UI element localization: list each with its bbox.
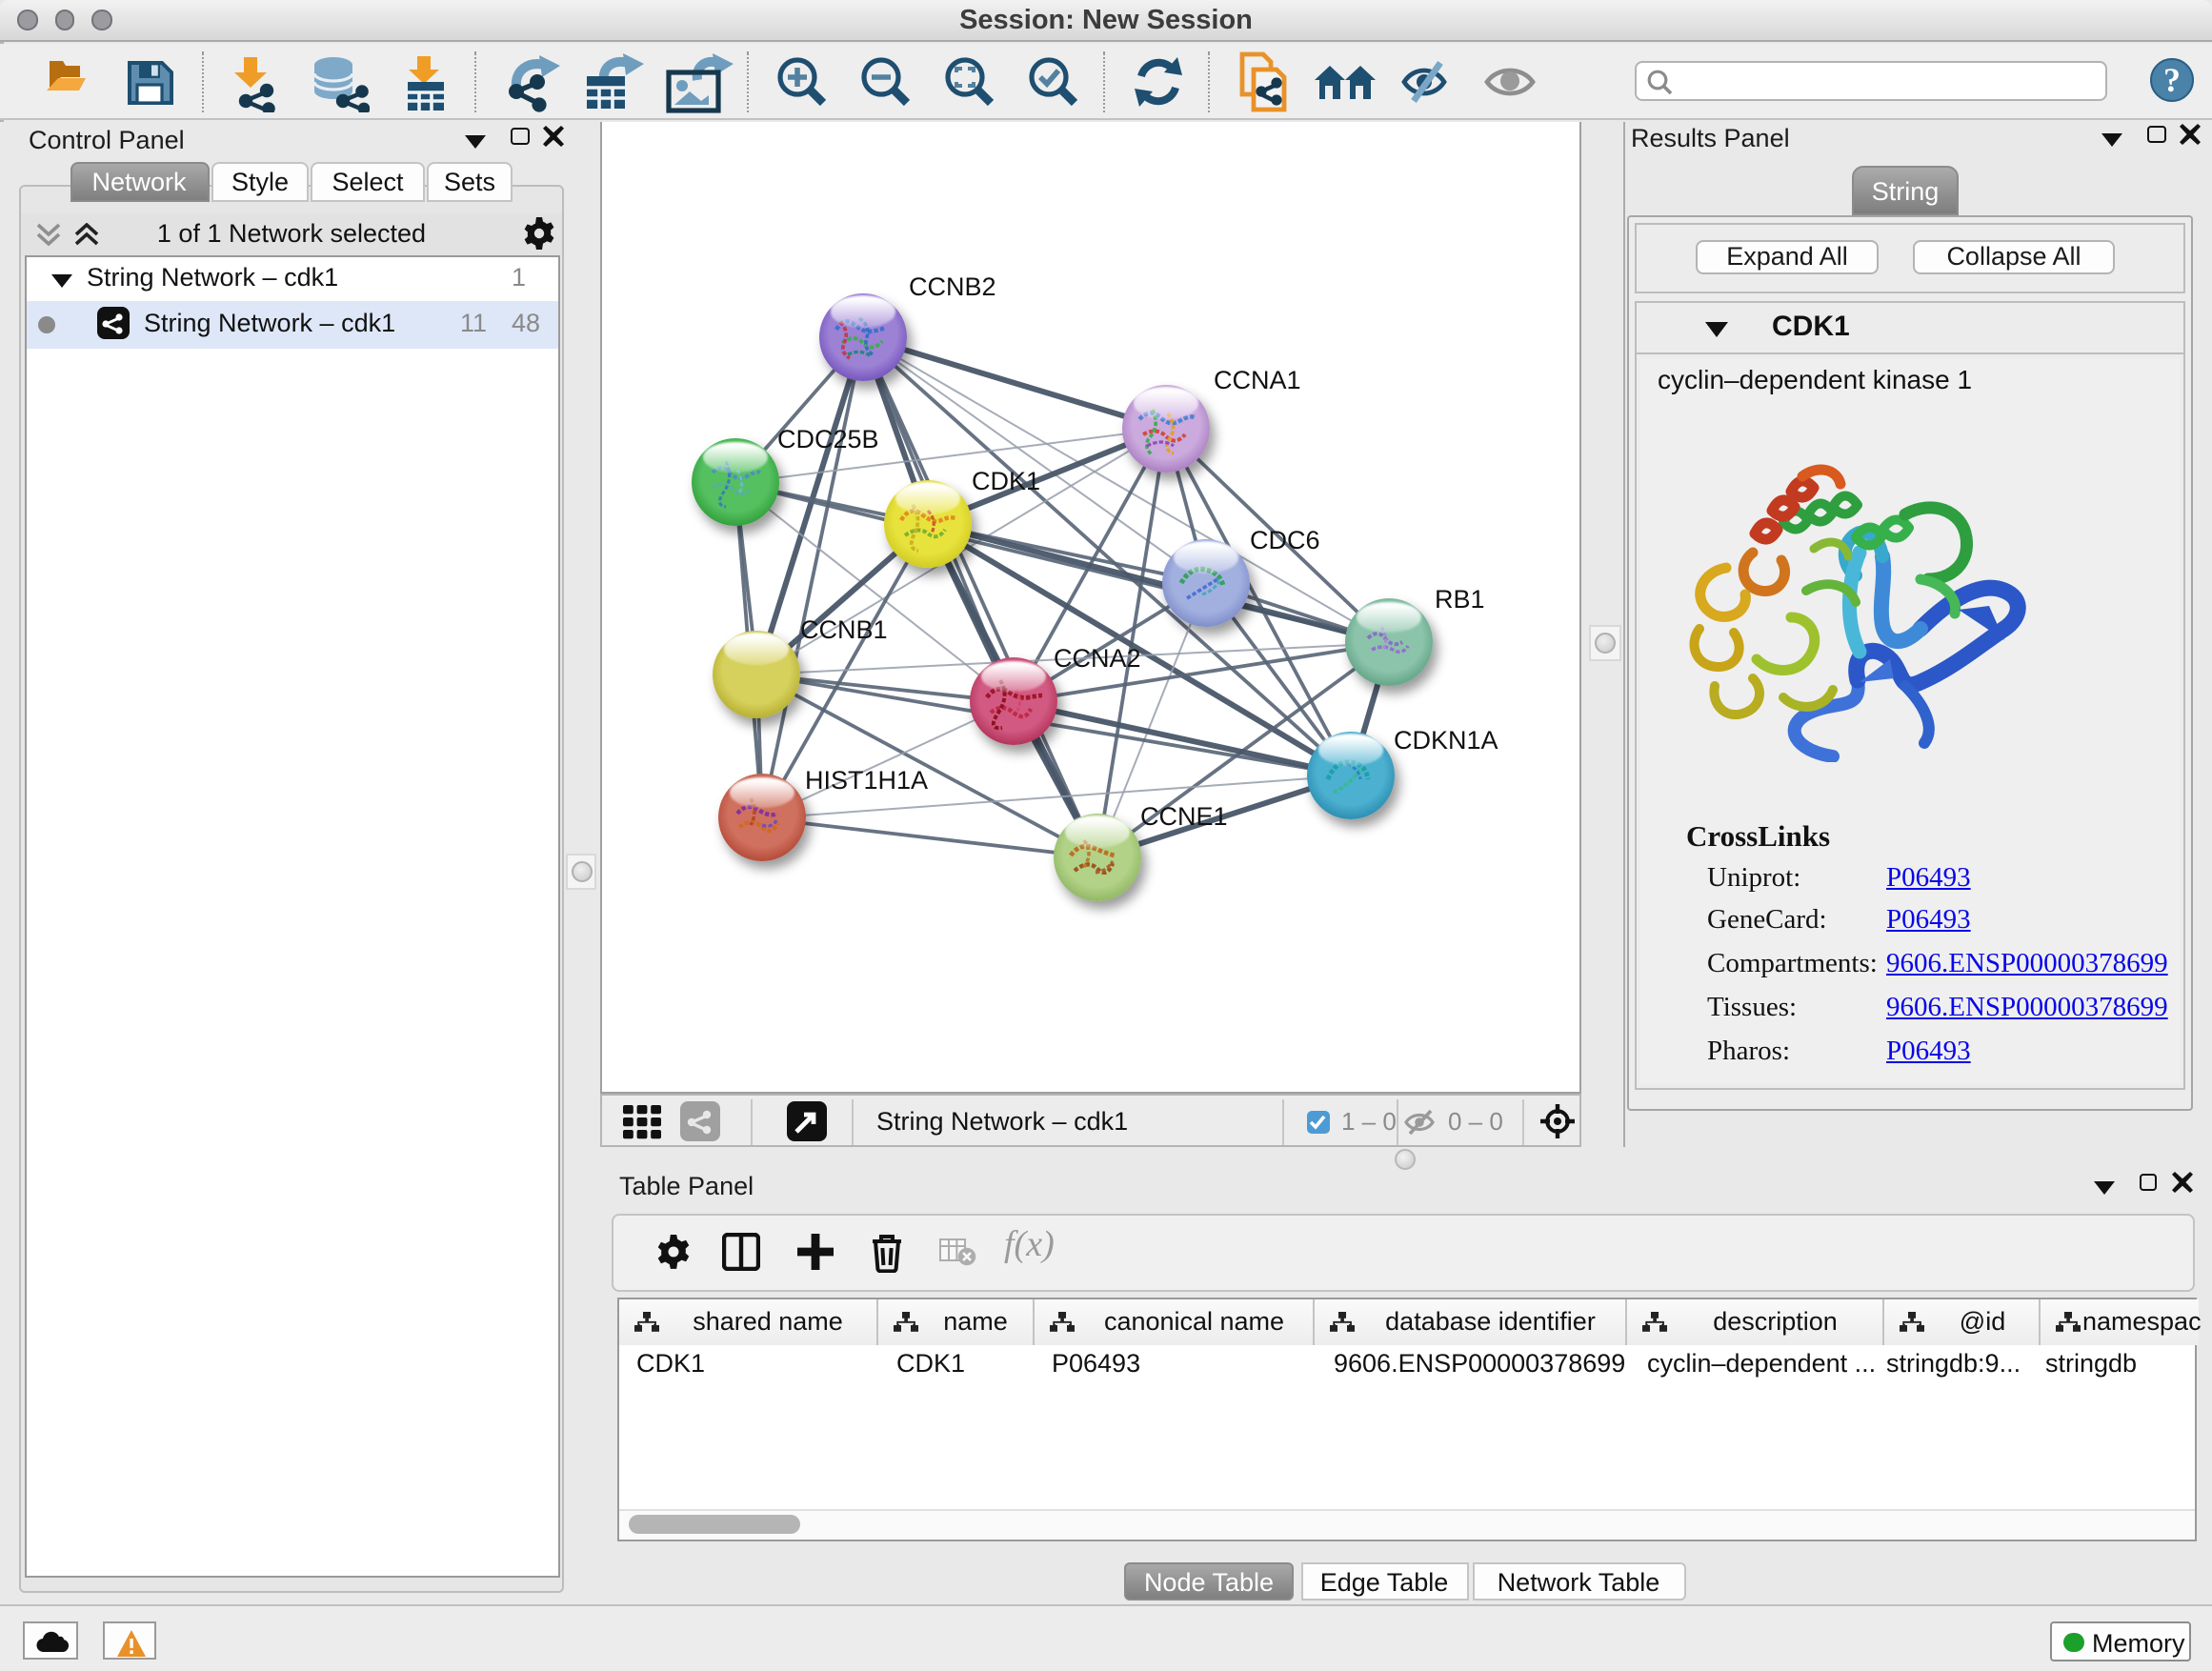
svg-text:?: ? bbox=[2163, 61, 2181, 99]
